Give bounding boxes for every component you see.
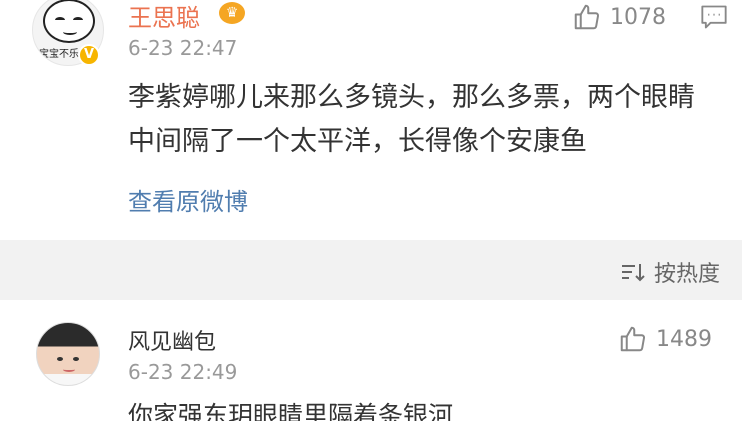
commenter-avatar[interactable]	[36, 322, 100, 386]
verified-v-icon: V	[78, 44, 100, 66]
post-username[interactable]: 王思聪	[128, 0, 200, 33]
comment-like-button[interactable]: 1489	[618, 324, 712, 354]
thumb-up-icon	[574, 4, 600, 30]
avatar-eye-left	[55, 17, 65, 23]
reply-button[interactable]	[700, 4, 728, 34]
main-post: 宝宝不乐 V 王思聪 ♛ 6-23 22:47 1078 李紫婷哪儿来那么多镜头…	[0, 0, 742, 240]
avatar-eye-right	[73, 17, 83, 23]
meme-face	[43, 0, 95, 43]
avatar-eye-left	[57, 357, 63, 361]
comment-content: 你家强东玥眼睛里隔着条银河	[128, 401, 454, 421]
section-separator: 按热度	[0, 240, 742, 300]
avatar-eye-right	[73, 357, 79, 361]
comment-item: 风见幽包 6-23 22:49 1489 你家强东玥眼睛里隔着条银河	[0, 300, 742, 421]
sort-label: 按热度	[653, 262, 720, 287]
sort-lines-icon	[621, 264, 645, 282]
post-like-count: 1078	[610, 4, 666, 30]
post-timestamp: 6-23 22:47	[128, 36, 238, 60]
avatar-mouth	[63, 367, 75, 372]
crown-icon: ♛	[219, 2, 245, 24]
comment-like-count: 1489	[656, 326, 712, 352]
post-content: 李紫婷哪儿来那么多镜头，那么多票，两个眼睛中间隔了一个太平洋，长得像个安康鱼	[128, 82, 695, 157]
comment-bubble-icon	[701, 5, 727, 29]
sort-by-hot-button[interactable]: 按热度	[620, 256, 720, 288]
avatar-caption: 宝宝不乐	[39, 49, 79, 60]
comment-username[interactable]: 风见幽包	[128, 324, 216, 356]
thumb-up-icon	[620, 326, 646, 352]
comment-timestamp: 6-23 22:49	[128, 360, 238, 384]
post-like-button[interactable]: 1078	[572, 2, 666, 32]
avatar-mouth	[63, 29, 77, 35]
view-original-link[interactable]: 查看原微博	[128, 182, 248, 217]
